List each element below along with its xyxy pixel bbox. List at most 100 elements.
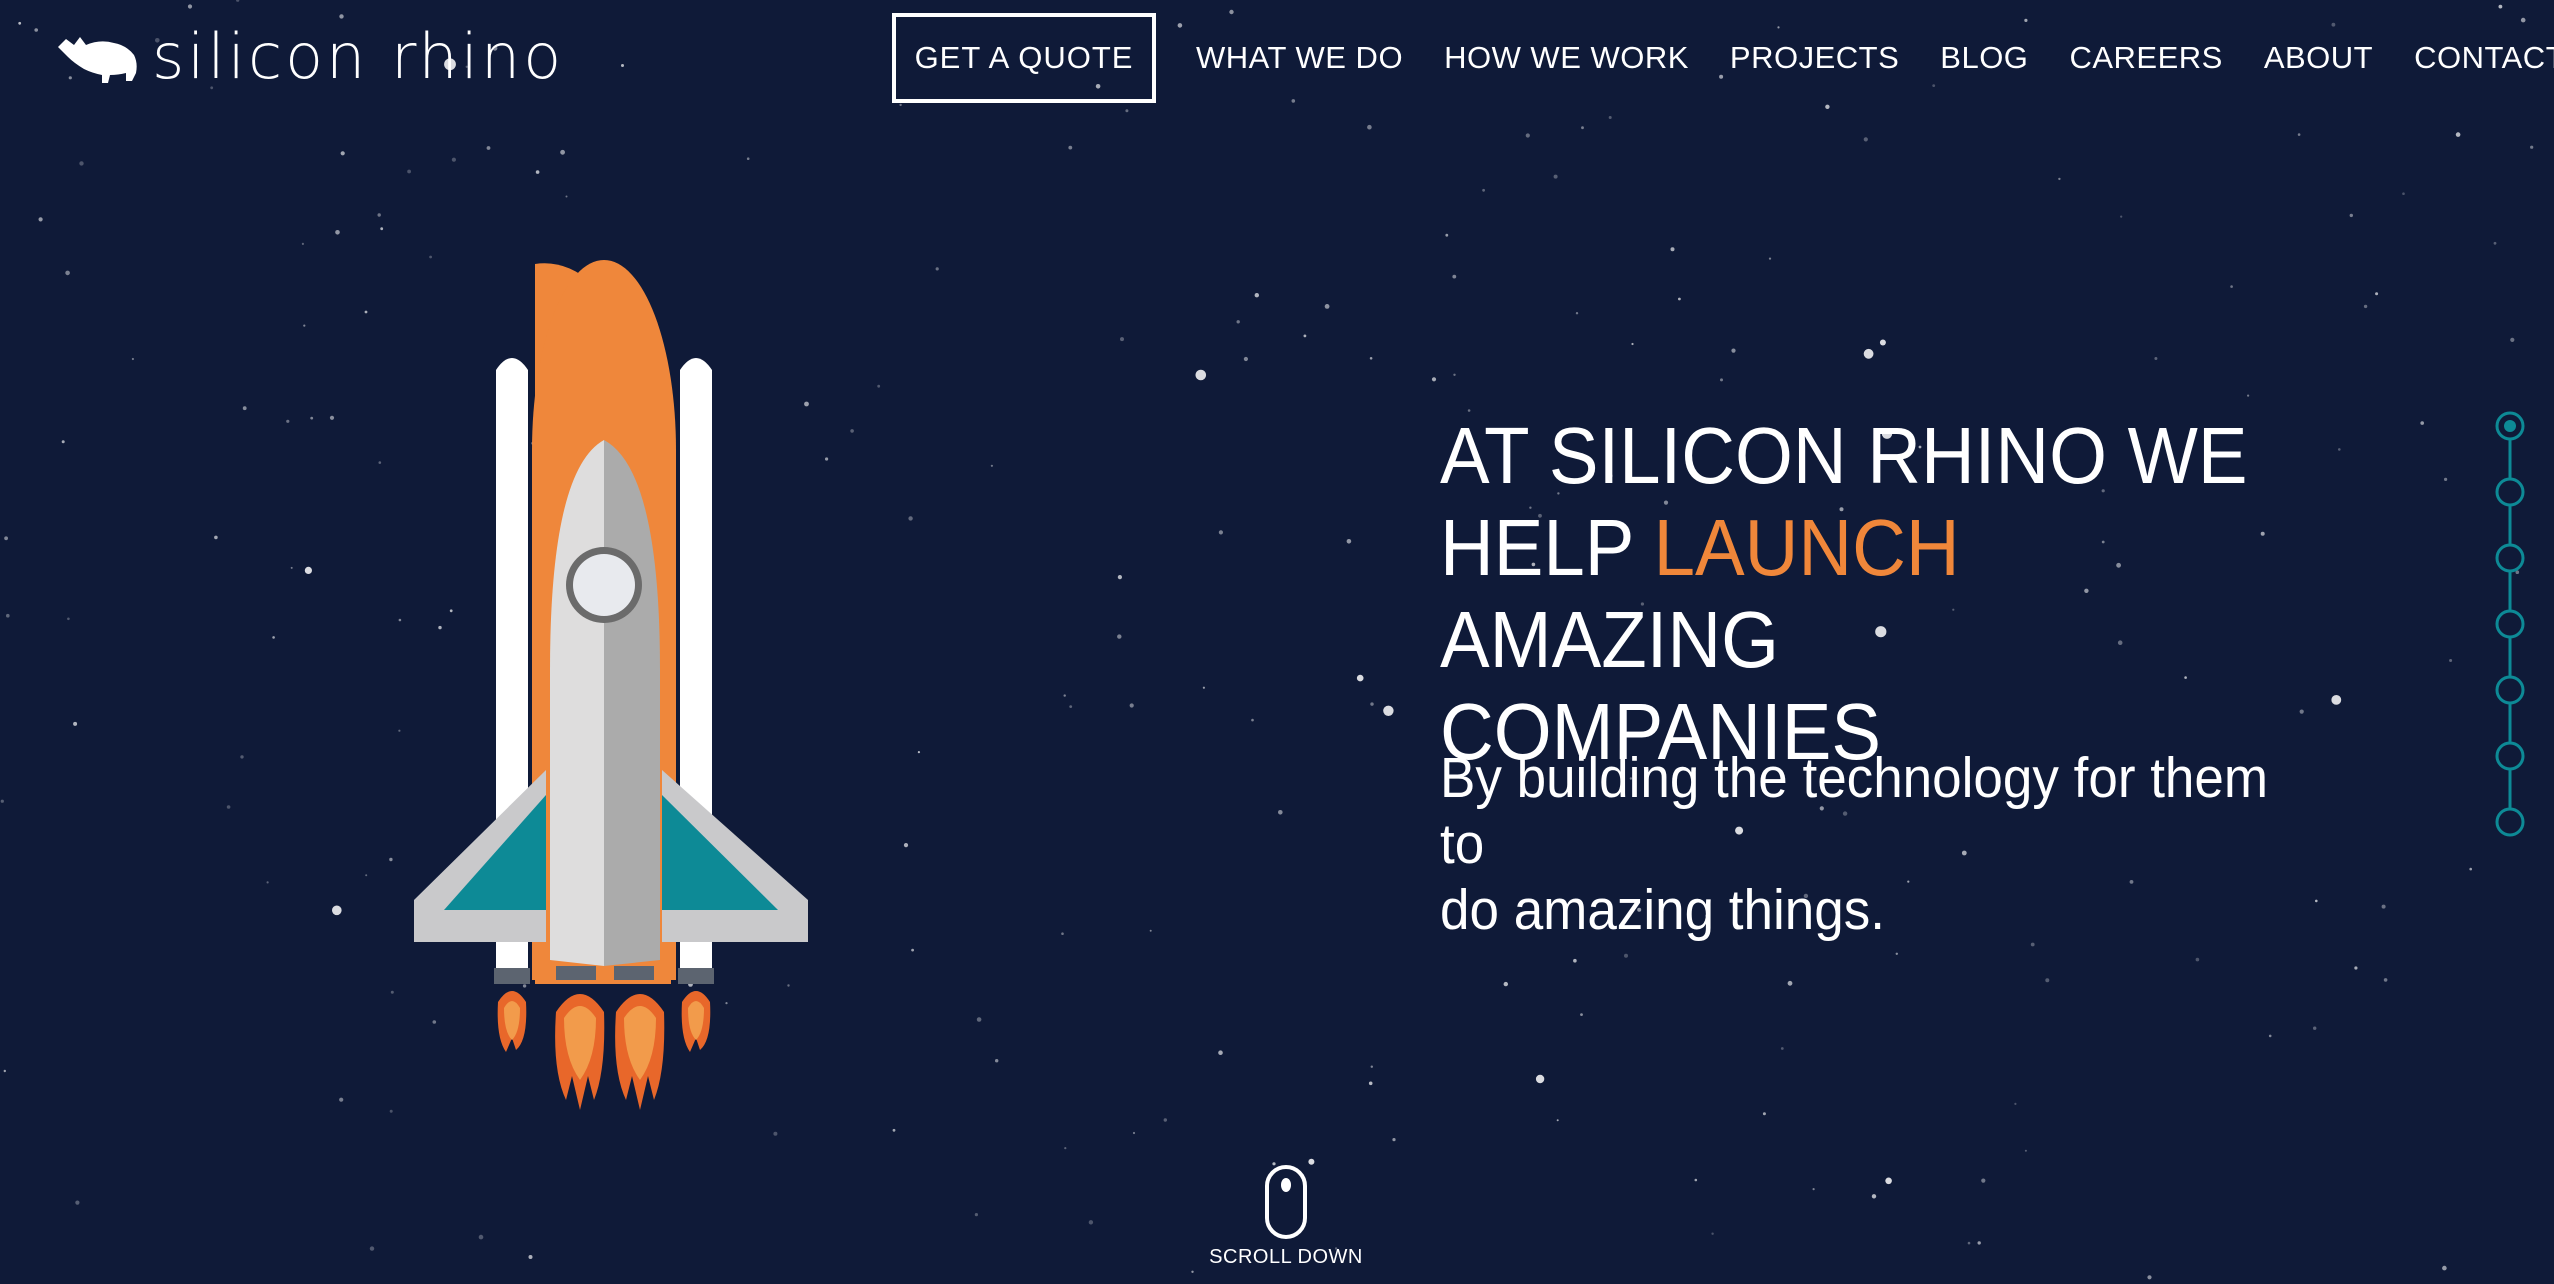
- nav-item-careers[interactable]: CAREERS: [2069, 40, 2222, 76]
- section-dot-7[interactable]: [2495, 807, 2525, 837]
- star: [2493, 241, 2497, 245]
- section-dot-1[interactable]: [2495, 411, 2525, 441]
- star: [364, 310, 368, 314]
- star: [2247, 394, 2250, 397]
- section-dot-4[interactable]: [2495, 609, 2525, 639]
- star: [1370, 1065, 1374, 1068]
- star: [377, 213, 381, 217]
- get-a-quote-button[interactable]: GET A QUOTE: [892, 13, 1156, 103]
- star: [2530, 145, 2534, 149]
- star: [486, 146, 491, 150]
- star: [226, 805, 231, 809]
- nav-item-contact[interactable]: CONTACT: [2414, 40, 2554, 76]
- hero-subline: By building the technology for them to d…: [1440, 745, 2314, 943]
- star: [2363, 304, 2368, 309]
- star: [1195, 369, 1207, 381]
- section-dot-5[interactable]: [2495, 675, 2525, 705]
- star: [1324, 304, 1330, 309]
- star: [2510, 337, 2515, 342]
- star: [1163, 1118, 1168, 1122]
- section-dot-2[interactable]: [2495, 477, 2525, 507]
- star: [899, 103, 902, 107]
- star: [1117, 575, 1122, 580]
- star: [1694, 1178, 1698, 1182]
- nav-item-about[interactable]: ABOUT: [2264, 40, 2373, 76]
- star: [1762, 1112, 1766, 1116]
- star: [1580, 1013, 1583, 1016]
- star: [2442, 1265, 2447, 1271]
- star: [1383, 705, 1394, 716]
- star: [1063, 694, 1066, 697]
- star: [1445, 233, 1449, 237]
- star: [746, 157, 750, 160]
- star: [1711, 1232, 1714, 1235]
- star: [1452, 274, 1457, 279]
- star: [917, 751, 921, 754]
- star: [34, 28, 38, 32]
- star: [242, 406, 247, 411]
- nav-item-projects[interactable]: PROJECTS: [1730, 40, 1899, 76]
- star: [1812, 1188, 1815, 1191]
- section-dot-3[interactable]: [2495, 543, 2525, 573]
- star: [378, 461, 382, 464]
- star: [73, 721, 78, 726]
- rocket-icon: [414, 260, 808, 1110]
- headline-line-1: AT SILICON RHINO WE: [1440, 411, 2248, 500]
- star: [903, 843, 909, 848]
- star: [1608, 116, 1612, 119]
- star: [990, 464, 994, 467]
- star: [528, 1255, 533, 1259]
- brand-logo[interactable]: silicon rhino: [56, 22, 564, 92]
- star: [2331, 695, 2342, 705]
- star: [995, 1059, 999, 1063]
- star: [974, 1213, 979, 1217]
- section-dot-6[interactable]: [2495, 741, 2525, 771]
- star: [2444, 477, 2448, 481]
- star: [335, 230, 340, 235]
- star: [1370, 702, 1374, 706]
- brand-name: silicon rhino: [152, 20, 565, 93]
- rhino-icon: [58, 37, 137, 83]
- star: [1670, 247, 1675, 252]
- scroll-down-indicator[interactable]: SCROLL DOWN: [1186, 1164, 1386, 1269]
- star: [1064, 1147, 1067, 1150]
- star: [1981, 1178, 1986, 1183]
- star: [79, 161, 84, 166]
- star: [1453, 373, 1456, 376]
- star: [38, 217, 43, 222]
- star: [2469, 867, 2472, 871]
- star: [2230, 285, 2233, 288]
- star: [1149, 929, 1152, 932]
- star: [1132, 1131, 1136, 1135]
- star: [976, 1017, 982, 1022]
- star: [389, 1109, 393, 1113]
- star: [2058, 177, 2061, 181]
- star: [1581, 126, 1584, 130]
- star: [1631, 342, 1634, 346]
- star: [1503, 981, 1509, 987]
- star: [1254, 293, 1260, 298]
- star: [1535, 1074, 1545, 1084]
- headline-post: AMAZING: [1440, 595, 1779, 684]
- star: [1218, 1050, 1223, 1055]
- star: [2402, 192, 2405, 195]
- star: [1392, 1138, 1396, 1142]
- star: [407, 169, 411, 174]
- star: [1117, 634, 1122, 639]
- star: [2154, 357, 2158, 360]
- star: [1863, 348, 1874, 359]
- headline-pre: HELP: [1440, 503, 1654, 592]
- nav-item-how-we-work[interactable]: HOW WE WORK: [1444, 40, 1689, 76]
- star: [535, 170, 540, 174]
- mouse-icon: [1265, 1165, 1307, 1239]
- page: silicon rhino GET A QUOTE WHAT WE DO HOW…: [0, 0, 2554, 1284]
- star: [1069, 705, 1073, 708]
- star: [621, 64, 624, 67]
- star: [2315, 899, 2318, 903]
- nav-item-blog[interactable]: BLOG: [1940, 40, 2028, 76]
- star: [1573, 958, 1577, 963]
- star: [2449, 659, 2453, 662]
- star: [1556, 1119, 1559, 1122]
- nav-item-what-we-do[interactable]: WHAT WE DO: [1196, 40, 1403, 76]
- star: [1243, 356, 1248, 362]
